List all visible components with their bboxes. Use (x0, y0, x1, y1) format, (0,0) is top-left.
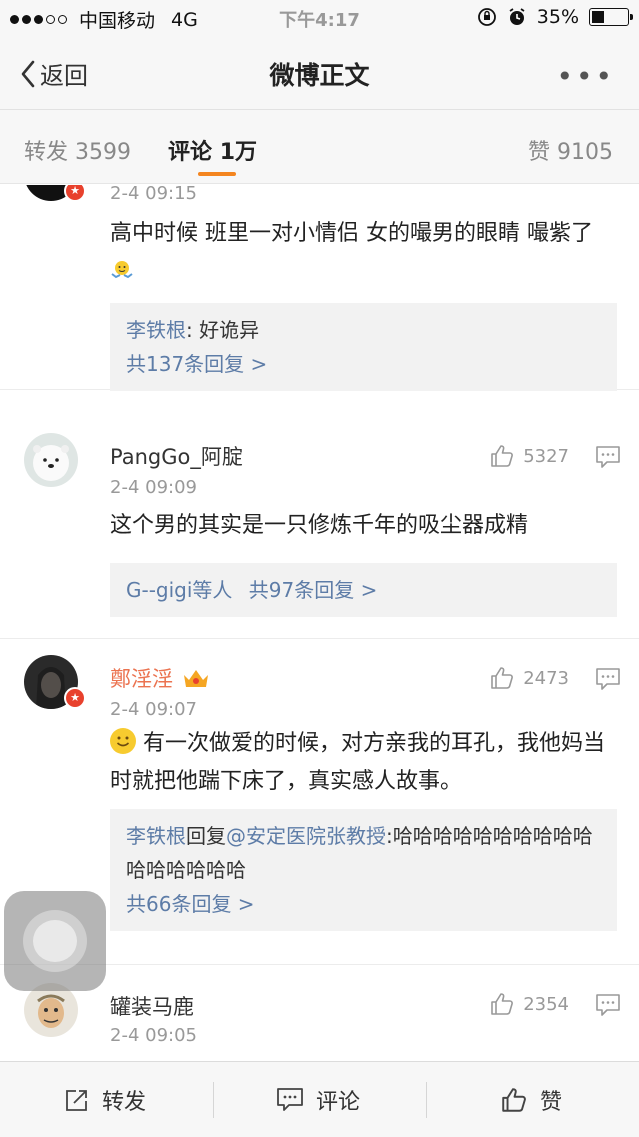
shrug-emoji-icon (111, 261, 133, 279)
comment-bubble-icon[interactable] (595, 445, 621, 469)
vip-crown-icon (183, 670, 208, 687)
comment-time: 2-4 09:07 (110, 699, 197, 720)
reply-preview[interactable]: 李铁根: 好诡异 共137条回复 > (110, 303, 617, 391)
divider (213, 1082, 214, 1118)
alarm-icon (509, 8, 525, 25)
reply-username[interactable]: 李铁根 (126, 318, 186, 342)
like-button[interactable]: 5327 (489, 443, 569, 469)
tab-repost[interactable]: 转发 3599 (24, 134, 131, 166)
reply-more-link[interactable]: 共97条回复 > (249, 578, 378, 602)
tab-comment[interactable]: 评论 1万 (168, 134, 257, 166)
like-label: 赞 (540, 1090, 563, 1115)
comment-text: 有一次做爱的时候，对方亲我的耳孔，我他妈当时就把他踹下床了，真实感人故事。 (110, 725, 620, 801)
repost-label: 转发 (102, 1090, 147, 1115)
comment-bubble-icon (277, 1088, 303, 1111)
thumb-up-icon (491, 667, 514, 689)
tab-comment-count: 1万 (219, 140, 257, 165)
comment-label: 评论 (316, 1090, 361, 1115)
comment-text: 高中时候 班里一对小情侣 女的嘬男的眼睛 嘬紫了 (110, 215, 620, 291)
like-action-button[interactable]: 赞 (500, 1084, 562, 1116)
username-text: 鄭淫淫 (110, 667, 173, 691)
reply-mid: 回复 (186, 824, 226, 848)
reply-preview[interactable]: G--gigi等人 共97条回复 > (110, 563, 617, 617)
comment-bubble-icon[interactable] (595, 667, 621, 691)
reply-more-link[interactable]: 共66条回复 > (126, 887, 601, 921)
divider (426, 1082, 427, 1118)
reply-line: 李铁根回复@安定医院张教授:哈哈哈哈哈哈哈哈哈哈哈哈哈哈哈哈 (126, 819, 601, 887)
list-item[interactable]: ★ 2-4 09:15 高中时候 班里一对小情侣 女的嘬男的眼睛 嘬紫了 李铁根… (0, 185, 639, 391)
like-count: 5327 (523, 445, 569, 467)
verified-badge-icon: ★ (64, 185, 86, 202)
status-right: 35% (477, 6, 633, 28)
more-dots-icon[interactable]: ••• (556, 60, 615, 93)
like-count: 2473 (523, 667, 569, 689)
like-button[interactable]: 2473 (489, 665, 569, 691)
comment-button[interactable]: 评论 (276, 1084, 360, 1116)
avatar[interactable] (24, 983, 78, 1037)
comment-text-content: 有一次做爱的时候，对方亲我的耳孔，我他妈当时就把他踹下床了，真实感人故事。 (110, 731, 606, 794)
nav-bar: 返回 微博正文 ••• (0, 36, 639, 110)
reply-preview[interactable]: 李铁根回复@安定医院张教授:哈哈哈哈哈哈哈哈哈哈哈哈哈哈哈哈 共66条回复 > (110, 809, 617, 931)
avatar[interactable] (24, 433, 78, 487)
like-count: 2354 (523, 993, 569, 1015)
comment-username[interactable]: PangGo_阿腚 (110, 441, 243, 471)
like-button[interactable]: 2354 (489, 991, 569, 1017)
verified-badge-icon: ★ (64, 687, 86, 709)
reply-more-link[interactable]: 共137条回复 > (126, 347, 601, 381)
list-item[interactable]: PangGo_阿腚 2-4 09:09 5327 这个男的其实是一只修炼千年的吸… (0, 417, 639, 639)
active-tab-indicator (198, 172, 236, 176)
comment-time: 2-4 09:09 (110, 477, 197, 498)
battery-icon (589, 8, 633, 26)
repost-button[interactable]: 转发 (64, 1084, 146, 1116)
comment-username[interactable]: 罐装马鹿 (110, 991, 194, 1021)
reply-mention[interactable]: @安定医院张教授 (226, 824, 386, 848)
comment-username[interactable]: 鄭淫淫 (110, 663, 210, 693)
orientation-lock-icon (477, 8, 496, 26)
tab-likes[interactable]: 赞 9105 (528, 134, 613, 166)
battery-percent: 35% (536, 6, 579, 28)
tab-comment-label: 评论 (168, 140, 213, 165)
comment-text: 这个男的其实是一只修炼千年的吸尘器成精 (110, 513, 529, 538)
reply-users[interactable]: G--gigi等人 (126, 578, 232, 602)
thumb-up-icon (502, 1088, 526, 1112)
reply-username[interactable]: 李铁根 (126, 824, 186, 848)
status-bar: 中国移动 4G 下午4:17 35% (0, 0, 639, 36)
page-title: 微博正文 (269, 61, 370, 90)
thumb-up-icon (491, 993, 514, 1015)
comment-bubble-icon[interactable] (595, 993, 621, 1017)
repost-icon (66, 1090, 87, 1111)
smile-emoji-icon (110, 728, 136, 754)
assistive-touch-button[interactable] (4, 891, 106, 991)
thumb-up-icon (491, 445, 514, 467)
bottom-action-bar: 转发 评论 赞 (0, 1061, 639, 1137)
reply-line: 李铁根: 好诡异 (126, 313, 601, 347)
tab-bar: 转发 3599 评论 1万 赞 9105 (0, 110, 639, 184)
comment-time: 2-4 09:15 (110, 185, 197, 204)
reply-text: : 好诡异 (186, 318, 260, 342)
comment-text-content: 高中时候 班里一对小情侣 女的嘬男的眼睛 嘬紫了 (110, 221, 593, 246)
comment-time: 2-4 09:05 (110, 1025, 197, 1046)
